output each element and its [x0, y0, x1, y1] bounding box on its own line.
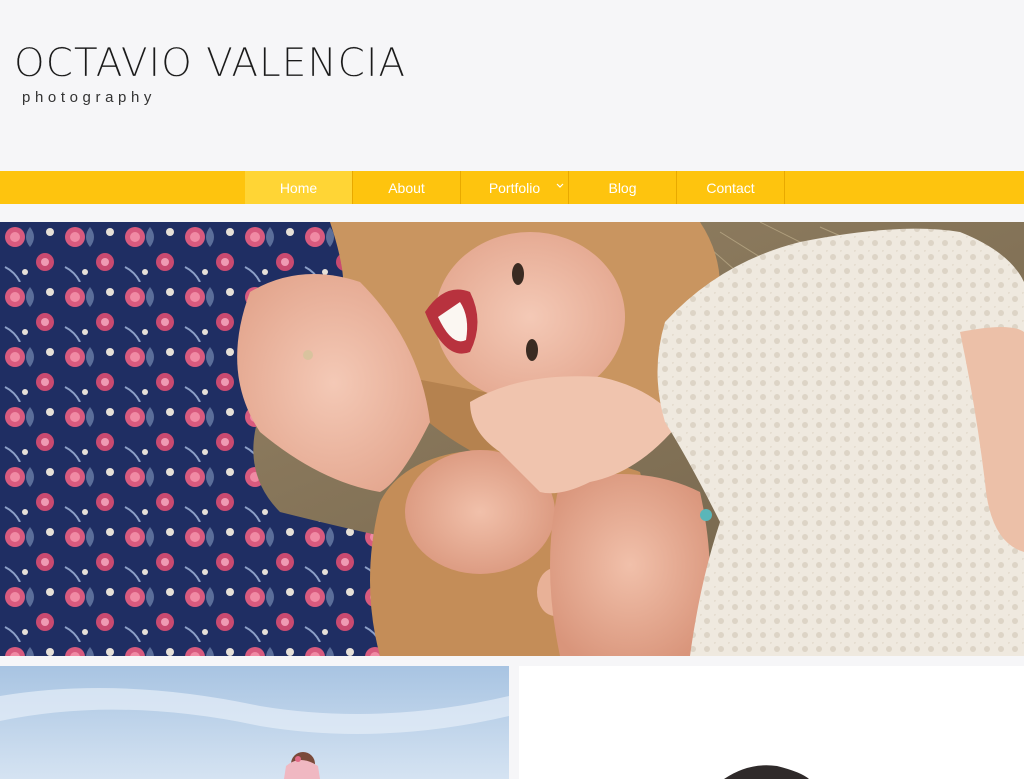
site-header: OCTAVIO VALENCIA photography — [0, 0, 1024, 170]
nav-list: Home About Portfolio Blog Contact — [245, 171, 785, 204]
chevron-down-icon[interactable] — [555, 179, 565, 193]
site-tagline: photography — [22, 89, 157, 106]
nav-item-contact[interactable]: Contact — [677, 171, 785, 204]
hero-photo[interactable] — [0, 222, 1024, 656]
site-logo[interactable]: OCTAVIO VALENCIA photography — [14, 44, 406, 106]
main-nav: Home About Portfolio Blog Contact — [0, 171, 1024, 204]
nav-item-label: Home — [279, 179, 318, 196]
hero-image — [0, 222, 1024, 656]
nav-item-about[interactable]: About — [353, 171, 461, 204]
spacer — [0, 204, 1024, 222]
gallery-thumbnail[interactable] — [0, 666, 509, 779]
nav-item-portfolio[interactable]: Portfolio — [461, 171, 569, 204]
nav-item-label: About — [388, 179, 425, 196]
thumbnail-image — [519, 666, 1024, 779]
nav-item-label: Contact — [706, 179, 755, 196]
thumbnail-image — [0, 666, 509, 779]
nav-item-home[interactable]: Home — [245, 171, 353, 204]
nav-item-label: Blog — [608, 179, 637, 196]
nav-item-blog[interactable]: Blog — [569, 171, 677, 204]
nav-item-label: Portfolio — [488, 179, 541, 196]
gallery-thumbnail[interactable] — [519, 666, 1024, 779]
site-name: OCTAVIO VALENCIA — [14, 41, 407, 86]
